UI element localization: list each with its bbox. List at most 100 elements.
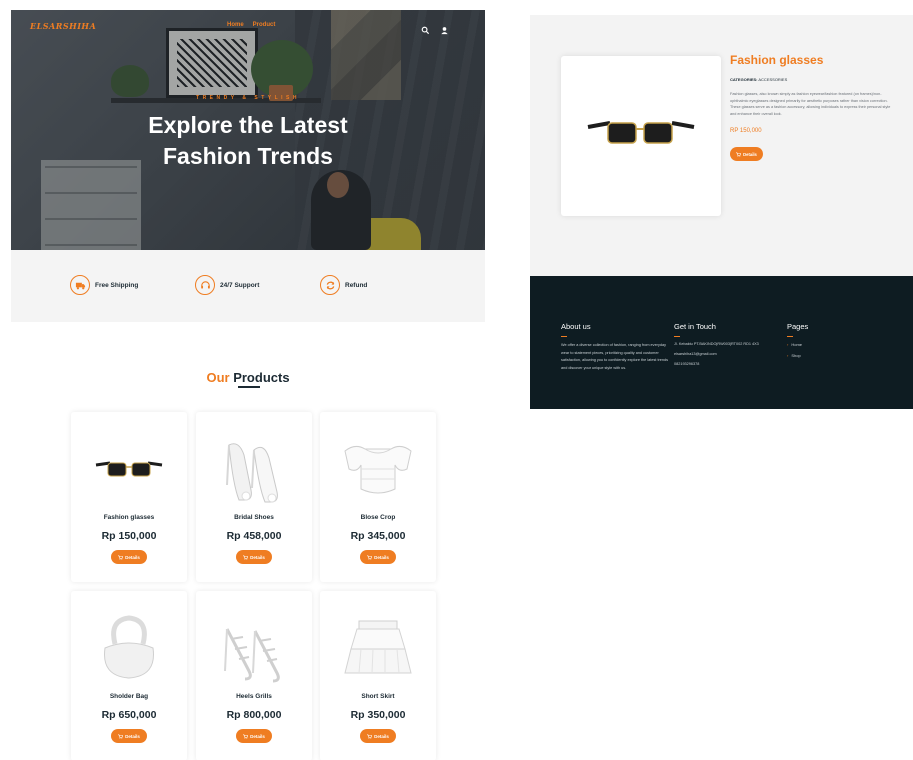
product-price: Rp 650,000 <box>101 709 157 721</box>
footer-contact: Get in Touch Jl. Kebaktu PT.BAKINDO|RW00… <box>674 322 759 372</box>
product-price: Rp 800,000 <box>226 709 282 721</box>
details-button-label: Details <box>374 733 389 739</box>
details-button[interactable]: Details <box>360 550 396 564</box>
details-button[interactable]: Details <box>360 729 396 743</box>
footer-link-label: Home <box>791 342 803 347</box>
details-button-label: Details <box>125 554 140 560</box>
footer-heading-underline <box>561 336 567 337</box>
product-name: Blose Crop <box>360 514 396 521</box>
footer-contact-heading: Get in Touch <box>674 322 716 331</box>
footer-address: Jl. Kebaktu PT.BAKINDO|RW003|RT002 RD1 4… <box>674 342 759 346</box>
footer-about-heading: About us <box>561 322 591 331</box>
details-button-label: Details <box>250 554 265 560</box>
cart-icon <box>367 734 373 739</box>
hero-eyebrow: TRENDY & STYLISH <box>196 95 300 101</box>
title-underline <box>238 386 260 388</box>
hero-title: Explore the Latest Fashion Trends <box>11 110 485 172</box>
product-price: Rp 345,000 <box>350 530 406 542</box>
footer-heading-underline <box>787 336 793 337</box>
cart-icon <box>367 555 373 560</box>
cart-icon <box>736 152 742 157</box>
headset-icon <box>195 275 215 295</box>
detail-button-label: Details <box>743 151 757 157</box>
nav-icons <box>421 20 449 35</box>
details-button[interactable]: Details <box>236 729 272 743</box>
footer-phone[interactable]: 082193296378 <box>674 362 759 366</box>
product-image-ruffle-skirt <box>338 609 418 689</box>
product-name: Bridal Shoes <box>234 514 274 521</box>
details-button-label: Details <box>374 554 389 560</box>
detail-description: Fashion glasses, also known simply as fa… <box>730 92 891 116</box>
truck-icon <box>70 275 90 295</box>
product-name: Sholder Bag <box>109 693 149 700</box>
feature-label: 24/7 Support <box>220 281 260 289</box>
product-card[interactable]: Sholder Bag Rp 650,000 Details <box>71 591 187 760</box>
feature-refund: Refund <box>320 275 367 295</box>
cart-icon <box>118 555 124 560</box>
nav-link-home[interactable]: Home <box>227 22 244 28</box>
footer-about-text: We offer a diverse collection of fashion… <box>561 343 669 370</box>
detail-product-image <box>561 56 721 216</box>
products-section-title: Our Products <box>11 370 485 385</box>
cart-icon <box>118 734 124 739</box>
hero-title-line-1: Explore the Latest <box>148 112 348 138</box>
product-price: Rp 150,000 <box>101 530 157 542</box>
feature-support: 24/7 Support <box>195 275 259 295</box>
cart-icon <box>243 734 249 739</box>
product-name: Short Skirt <box>361 693 395 700</box>
detail-details-button[interactable]: Details <box>730 147 763 161</box>
footer-link-shop[interactable]: › Shop <box>787 353 808 358</box>
user-icon[interactable] <box>440 20 449 35</box>
nav-link-product[interactable]: Product <box>253 22 276 28</box>
footer-email[interactable]: elsarshiha13@gmail.com <box>674 352 759 356</box>
products-title-rest: Products <box>233 370 290 385</box>
search-icon[interactable] <box>421 20 430 35</box>
detail-price: RP 150,000 <box>730 128 762 134</box>
feature-label: Refund <box>345 281 368 289</box>
details-button[interactable]: Details <box>236 550 272 564</box>
details-button[interactable]: Details <box>111 729 147 743</box>
product-card[interactable]: Fashion glasses Rp 150,000 Details <box>71 412 187 582</box>
main-nav: Home Product <box>227 22 275 28</box>
product-card[interactable]: Short Skirt Rp 350,000 Details <box>320 591 436 760</box>
footer-link-home[interactable]: › Home <box>787 342 808 347</box>
detail-category: CATEGORIES: ACCESSORIES <box>730 77 787 82</box>
hero-title-line-2: Fashion Trends <box>163 143 333 169</box>
hero-banner: ELSARSHIHA Home Product TRENDY & STYLISH… <box>11 10 485 250</box>
details-button-label: Details <box>250 733 265 739</box>
product-card[interactable]: Bridal Shoes Rp 458,000 Details <box>196 412 312 582</box>
footer-heading-underline <box>674 336 680 337</box>
cart-icon <box>243 555 249 560</box>
footer: About us We offer a diverse collection o… <box>530 276 913 409</box>
product-detail: Fashion glasses CATEGORIES: ACCESSORIES … <box>530 15 913 276</box>
product-image-sunglasses <box>89 430 169 510</box>
product-price: Rp 458,000 <box>226 530 282 542</box>
product-image-strappy-heels <box>214 609 294 689</box>
detail-category-label: CATEGORIES: <box>730 77 758 82</box>
brand-logo[interactable]: ELSARSHIHA <box>30 21 96 31</box>
products-title-highlight: Our <box>206 370 230 385</box>
footer-about: About us We offer a diverse collection o… <box>561 322 669 372</box>
chevron-right-icon: › <box>787 353 789 358</box>
details-button-label: Details <box>125 733 140 739</box>
footer-pages-heading: Pages <box>787 322 809 331</box>
page: ELSARSHIHA Home Product TRENDY & STYLISH… <box>0 0 913 760</box>
product-name: Heels Grills <box>236 693 272 700</box>
product-image-crop-blouse <box>338 430 418 510</box>
detail-category-value[interactable]: ACCESSORIES <box>758 77 787 82</box>
product-image-shoulder-bag <box>89 609 169 689</box>
product-card[interactable]: Heels Grills Rp 800,000 Details <box>196 591 312 760</box>
feature-label: Free Shipping <box>95 281 139 289</box>
chevron-right-icon: › <box>787 342 789 347</box>
product-name: Fashion glasses <box>103 514 155 521</box>
product-price: Rp 350,000 <box>350 709 406 721</box>
footer-pages: Pages › Home › Shop <box>787 322 808 364</box>
product-image-heels-white <box>214 430 294 510</box>
refresh-icon <box>320 275 340 295</box>
detail-title: Fashion glasses <box>730 53 824 67</box>
product-card[interactable]: Blose Crop Rp 345,000 Details <box>320 412 436 582</box>
footer-link-label: Shop <box>791 353 801 358</box>
feature-free-shipping: Free Shipping <box>70 275 138 295</box>
details-button[interactable]: Details <box>111 550 147 564</box>
features-bar: Free Shipping 24/7 Support Refund <box>11 250 485 322</box>
